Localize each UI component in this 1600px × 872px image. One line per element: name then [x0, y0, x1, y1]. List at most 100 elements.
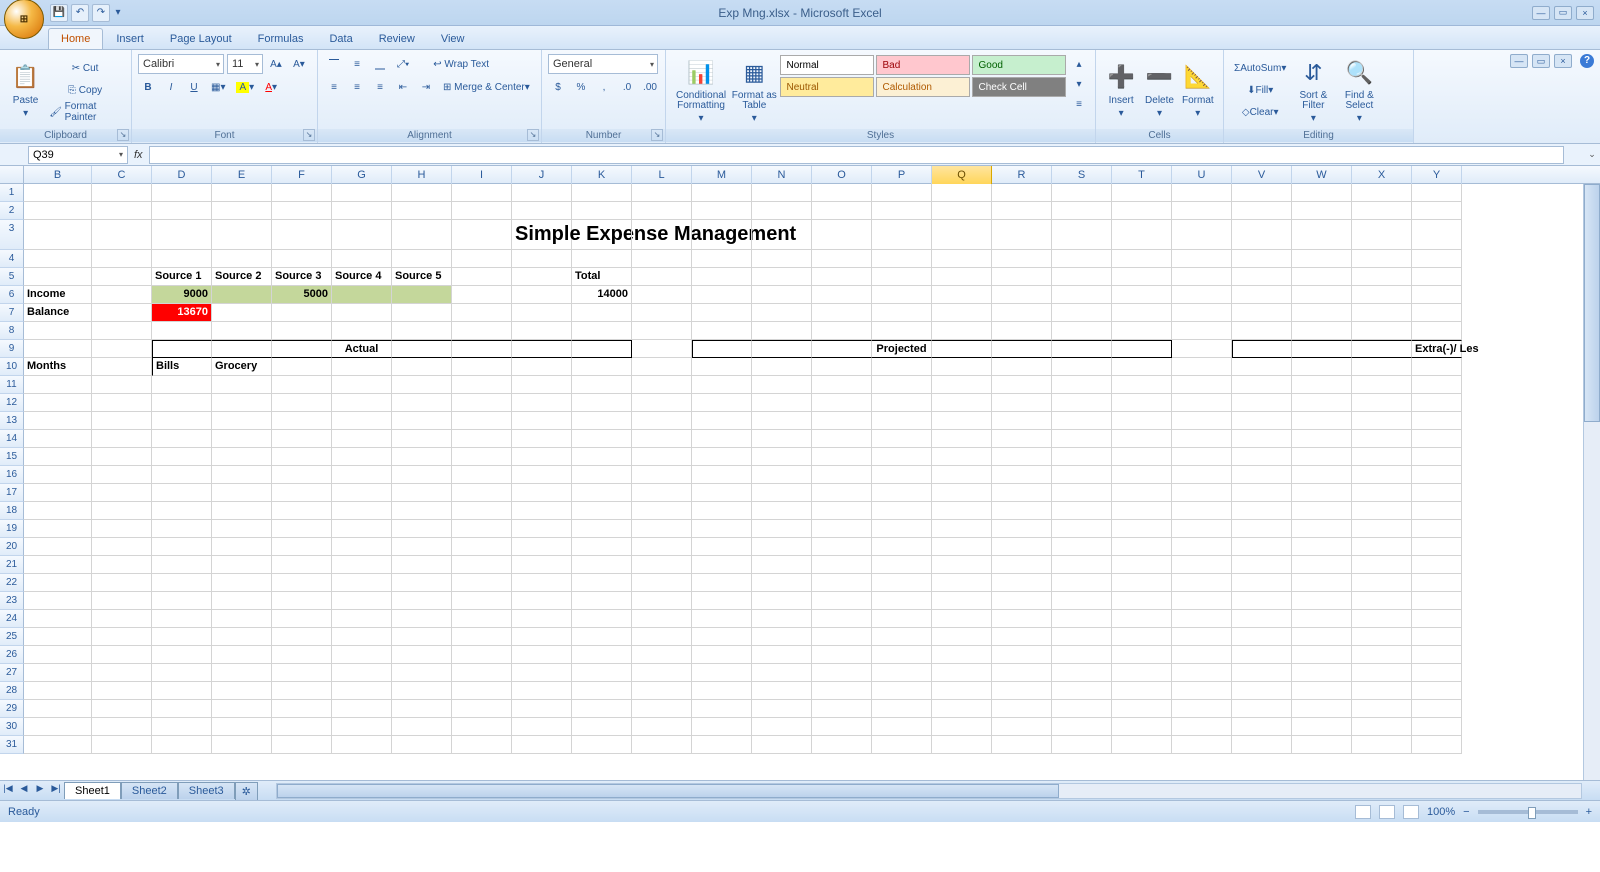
cell-W21[interactable]	[1292, 556, 1352, 574]
cell-B27[interactable]	[24, 664, 92, 682]
cell-U30[interactable]	[1172, 718, 1232, 736]
cell-M6[interactable]	[692, 286, 752, 304]
cell-X17[interactable]	[1352, 484, 1412, 502]
cell-C29[interactable]	[92, 700, 152, 718]
cell-S2[interactable]	[1052, 202, 1112, 220]
cell-Y11[interactable]	[1412, 376, 1462, 394]
cell-D29[interactable]	[152, 700, 212, 718]
cell-M29[interactable]	[692, 700, 752, 718]
cell-W7[interactable]	[1292, 304, 1352, 322]
cell-I1[interactable]	[452, 184, 512, 202]
cell-U31[interactable]	[1172, 736, 1232, 754]
cell-S27[interactable]	[1052, 664, 1112, 682]
cell-Y4[interactable]	[1412, 250, 1462, 268]
cell-C1[interactable]	[92, 184, 152, 202]
cell-M16[interactable]	[692, 466, 752, 484]
cell-T27[interactable]	[1112, 664, 1172, 682]
vscroll-thumb[interactable]	[1584, 184, 1600, 422]
cell-Q25[interactable]	[932, 628, 992, 646]
cell-J22[interactable]	[512, 574, 572, 592]
row-header-21[interactable]: 21	[0, 556, 24, 574]
cell-Q17[interactable]	[932, 484, 992, 502]
cell-T25[interactable]	[1112, 628, 1172, 646]
cell-O26[interactable]	[812, 646, 872, 664]
cell-D31[interactable]	[152, 736, 212, 754]
row-header-23[interactable]: 23	[0, 592, 24, 610]
cell-V30[interactable]	[1232, 718, 1292, 736]
cell-C14[interactable]	[92, 430, 152, 448]
cell-Y27[interactable]	[1412, 664, 1462, 682]
cell-G21[interactable]	[332, 556, 392, 574]
cell-D19[interactable]	[152, 520, 212, 538]
column-headers[interactable]: BCDEFGHIJKLMNOPQRSTUVWXY	[0, 166, 1600, 184]
cell-N26[interactable]	[752, 646, 812, 664]
col-header-X[interactable]: X	[1352, 166, 1412, 184]
paste-button[interactable]: 📋 Paste▾	[6, 54, 45, 126]
cell-B1[interactable]	[24, 184, 92, 202]
cell-Q27[interactable]	[932, 664, 992, 682]
cell-B22[interactable]	[24, 574, 92, 592]
help-icon[interactable]: ?	[1580, 54, 1594, 68]
cell-N7[interactable]	[752, 304, 812, 322]
cell-U6[interactable]	[1172, 286, 1232, 304]
cell-R6[interactable]	[992, 286, 1052, 304]
cell-Q6[interactable]	[932, 286, 992, 304]
cell-C2[interactable]	[92, 202, 152, 220]
cell-H14[interactable]	[392, 430, 452, 448]
cell-R22[interactable]	[992, 574, 1052, 592]
cell-Q7[interactable]	[932, 304, 992, 322]
cell-T6[interactable]	[1112, 286, 1172, 304]
cell-R1[interactable]	[992, 184, 1052, 202]
cell-W31[interactable]	[1292, 736, 1352, 754]
cell-N10[interactable]	[752, 358, 812, 376]
cell-V14[interactable]	[1232, 430, 1292, 448]
cell-Q8[interactable]	[932, 322, 992, 340]
font-name-combo[interactable]: Calibri	[138, 54, 224, 74]
cell-B21[interactable]	[24, 556, 92, 574]
cell-G23[interactable]	[332, 592, 392, 610]
format-painter-button[interactable]: 🖌 Format Painter	[45, 102, 125, 122]
cell-Y9[interactable]: Extra(-)/ Les	[1412, 340, 1462, 358]
cell-O22[interactable]	[812, 574, 872, 592]
cell-M17[interactable]	[692, 484, 752, 502]
cell-L3[interactable]	[632, 220, 692, 250]
cell-C22[interactable]	[92, 574, 152, 592]
cell-K11[interactable]	[572, 376, 632, 394]
cell-R12[interactable]	[992, 394, 1052, 412]
font-launcher[interactable]: ↘	[303, 129, 315, 141]
cell-V1[interactable]	[1232, 184, 1292, 202]
cell-K22[interactable]	[572, 574, 632, 592]
col-header-Y[interactable]: Y	[1412, 166, 1462, 184]
cell-H15[interactable]	[392, 448, 452, 466]
cell-C10[interactable]	[92, 358, 152, 376]
cell-Q14[interactable]	[932, 430, 992, 448]
cell-H16[interactable]	[392, 466, 452, 484]
cell-V25[interactable]	[1232, 628, 1292, 646]
cell-M5[interactable]	[692, 268, 752, 286]
cell-L17[interactable]	[632, 484, 692, 502]
cut-button[interactable]: ✂ Cut	[45, 58, 125, 78]
cell-P19[interactable]	[872, 520, 932, 538]
cell-W23[interactable]	[1292, 592, 1352, 610]
cell-J18[interactable]	[512, 502, 572, 520]
cell-B13[interactable]	[24, 412, 92, 430]
cell-C4[interactable]	[92, 250, 152, 268]
orientation-button[interactable]: ⤢▾	[393, 54, 413, 74]
cell-Y25[interactable]	[1412, 628, 1462, 646]
tab-scroll-prev[interactable]: ◀	[16, 783, 32, 799]
cell-S7[interactable]	[1052, 304, 1112, 322]
cell-T3[interactable]	[1112, 220, 1172, 250]
cell-C6[interactable]	[92, 286, 152, 304]
cell-V5[interactable]	[1232, 268, 1292, 286]
cell-N11[interactable]	[752, 376, 812, 394]
cell-U8[interactable]	[1172, 322, 1232, 340]
cell-P29[interactable]	[872, 700, 932, 718]
cell-F3[interactable]	[272, 220, 332, 250]
cell-P12[interactable]	[872, 394, 932, 412]
cell-P3[interactable]	[872, 220, 932, 250]
cell-Y13[interactable]	[1412, 412, 1462, 430]
cell-R13[interactable]	[992, 412, 1052, 430]
cell-H8[interactable]	[392, 322, 452, 340]
cell-Y22[interactable]	[1412, 574, 1462, 592]
cell-L18[interactable]	[632, 502, 692, 520]
